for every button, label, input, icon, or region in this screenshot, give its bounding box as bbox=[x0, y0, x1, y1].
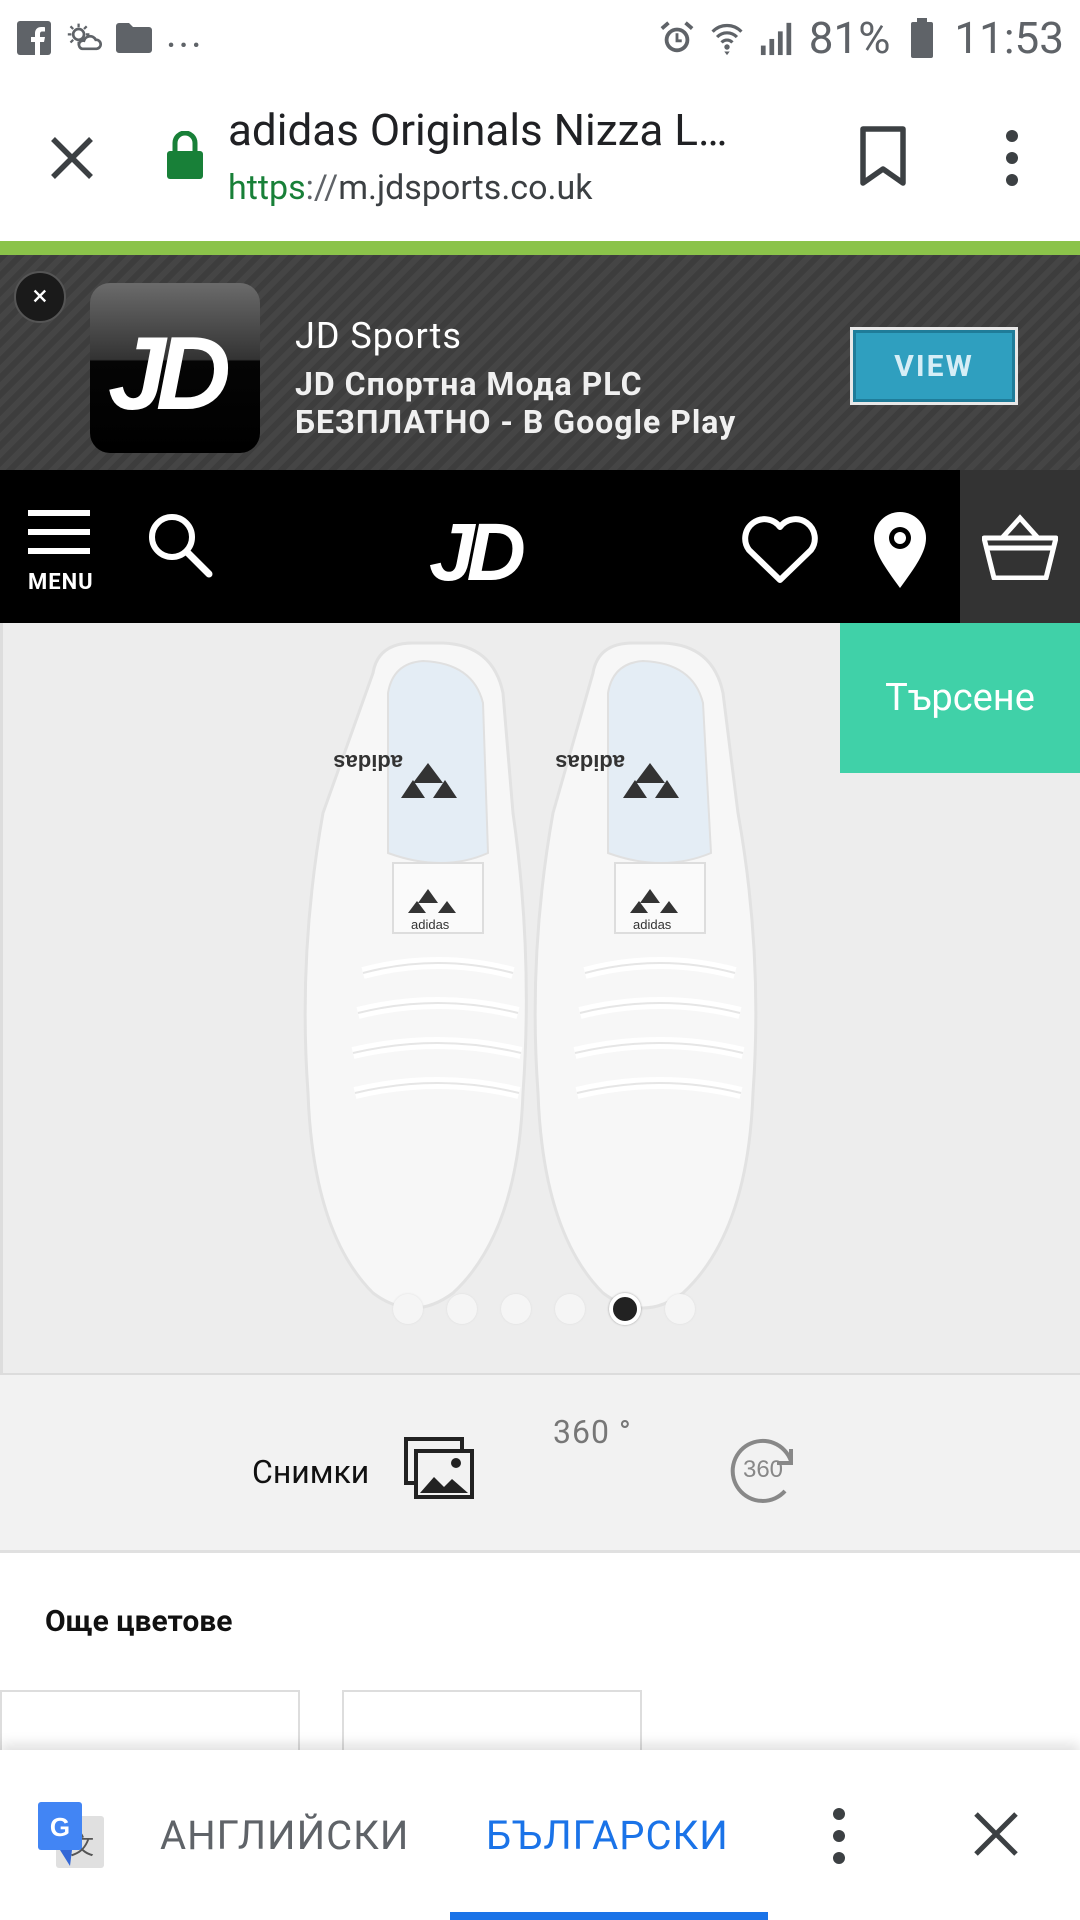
bookmark-icon[interactable] bbox=[858, 126, 908, 186]
close-tab-icon[interactable] bbox=[45, 131, 99, 185]
carousel-dot[interactable] bbox=[501, 1294, 531, 1324]
svg-text:adidas: adidas bbox=[411, 917, 450, 932]
wishlist-heart-icon[interactable] bbox=[740, 514, 820, 586]
basket-button[interactable] bbox=[960, 470, 1080, 623]
jd-logo[interactable]: JD bbox=[425, 507, 537, 598]
translate-bar: 文G АНГЛИЙСКИ БЪЛГАРСКИ bbox=[0, 1750, 1080, 1920]
view-app-button[interactable]: VIEW bbox=[850, 327, 1018, 405]
svg-text:G: G bbox=[50, 1812, 70, 1842]
degrees-label: 360 ° bbox=[553, 1413, 632, 1451]
status-bar: ... 81% 11:53 bbox=[0, 0, 1080, 76]
url-host: m.jdsports.co.uk bbox=[338, 168, 593, 208]
battery-percent: 81% bbox=[808, 12, 891, 64]
svg-text:adidas: adidas bbox=[633, 917, 672, 932]
battery-icon bbox=[904, 18, 940, 58]
folder-icon bbox=[116, 20, 152, 56]
svg-text:adidas: adidas bbox=[555, 750, 625, 775]
menu-label: MENU bbox=[28, 570, 94, 595]
carousel-dot[interactable] bbox=[447, 1294, 477, 1324]
search-icon[interactable] bbox=[145, 510, 215, 580]
store-locator-icon[interactable] bbox=[870, 510, 930, 590]
page-load-progress bbox=[0, 241, 1080, 255]
active-language-indicator bbox=[450, 1912, 768, 1920]
weather-icon bbox=[66, 20, 102, 56]
jd-app-logo: JD bbox=[90, 283, 260, 453]
menu-button[interactable]: MENU bbox=[28, 510, 94, 595]
banner-close-button[interactable]: × bbox=[14, 271, 66, 323]
clock: 11:53 bbox=[954, 12, 1064, 64]
site-header: MENU JD bbox=[0, 470, 1080, 623]
lock-icon[interactable] bbox=[167, 130, 203, 179]
carousel-dot-active[interactable] bbox=[609, 1293, 641, 1325]
google-translate-icon: 文G bbox=[38, 1802, 106, 1870]
status-right: 81% 11:53 bbox=[659, 12, 1064, 64]
more-vert-icon[interactable] bbox=[1000, 128, 1024, 188]
carousel-dot[interactable] bbox=[665, 1294, 695, 1324]
signal-icon bbox=[759, 20, 795, 56]
svg-text:JD: JD bbox=[108, 316, 229, 423]
url-scheme: https bbox=[228, 168, 306, 208]
rotate-360-icon[interactable]: 360 bbox=[725, 1431, 801, 1507]
photos-label[interactable]: Снимки bbox=[252, 1453, 369, 1491]
browser-toolbar: adidas Originals Nizza L… https://m.jdsp… bbox=[0, 76, 1080, 241]
carousel-dot[interactable] bbox=[393, 1294, 423, 1324]
svg-text:360: 360 bbox=[743, 1456, 783, 1483]
status-left: ... bbox=[16, 10, 204, 57]
url-text[interactable]: https://m.jdsports.co.uk bbox=[228, 168, 592, 208]
search-tab-button[interactable]: Търсене bbox=[840, 623, 1080, 773]
more-colours-title: Още цветове bbox=[45, 1604, 233, 1639]
product-image: adidas adidas adidas adidas bbox=[303, 641, 758, 1310]
wifi-icon bbox=[709, 20, 745, 56]
svg-text:JD: JD bbox=[429, 512, 524, 584]
app-name: JD Sports bbox=[295, 315, 462, 357]
product-image-carousel[interactable]: adidas adidas adidas adidas Търсене bbox=[0, 623, 1080, 1373]
translate-more-icon[interactable] bbox=[826, 1806, 852, 1866]
facebook-icon bbox=[16, 20, 52, 56]
url-separator: :// bbox=[305, 168, 339, 208]
svg-text:adidas: adidas bbox=[333, 750, 403, 775]
carousel-dot[interactable] bbox=[555, 1294, 585, 1324]
view-mode-bar: Снимки 360 ° 360 bbox=[0, 1373, 1080, 1553]
app-install-banner: × JD JD Sports JD Спортна Мода PLC БЕЗПЛ… bbox=[0, 255, 1080, 470]
page-title[interactable]: adidas Originals Nizza L… bbox=[228, 104, 788, 156]
more-colours-section: Още цветове bbox=[0, 1556, 1080, 1770]
translate-close-icon[interactable] bbox=[970, 1808, 1022, 1860]
photos-icon[interactable] bbox=[404, 1437, 474, 1499]
alarm-icon bbox=[659, 20, 695, 56]
carousel-dots bbox=[393, 1293, 695, 1325]
hamburger-icon bbox=[28, 510, 94, 554]
source-language-tab[interactable]: АНГЛИЙСКИ bbox=[160, 1812, 409, 1859]
app-developer: JD Спортна Мода PLC bbox=[295, 365, 643, 403]
app-price: БЕЗПЛАТНО - В Google Play bbox=[295, 403, 737, 441]
basket-icon bbox=[982, 513, 1058, 580]
target-language-tab[interactable]: БЪЛГАРСКИ bbox=[486, 1812, 729, 1859]
more-notifications: ... bbox=[166, 9, 204, 57]
